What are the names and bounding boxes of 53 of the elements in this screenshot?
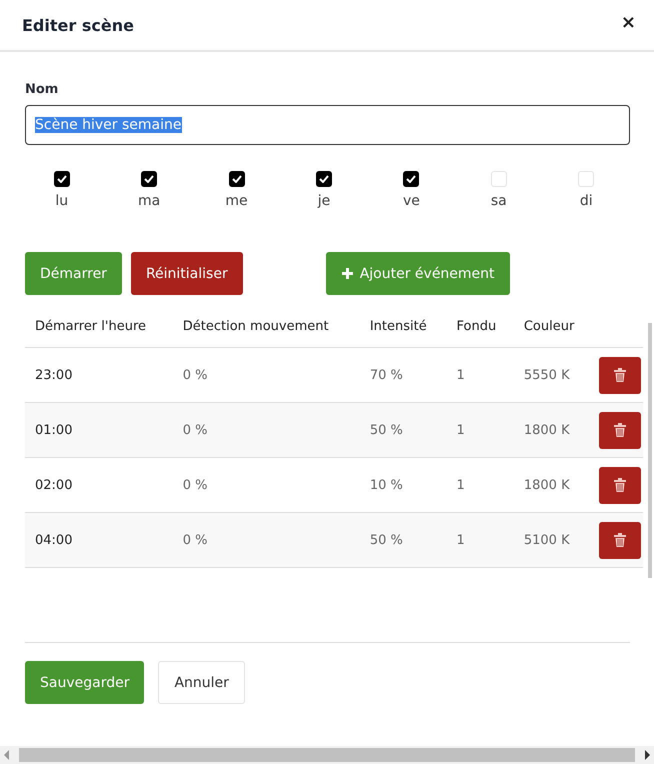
reset-button[interactable]: Réinitialiser (130, 252, 243, 295)
day-label: lu (55, 193, 68, 209)
day-checkbox[interactable] (54, 171, 70, 187)
day-checkbox[interactable] (228, 171, 245, 187)
delete-button[interactable] (599, 522, 641, 558)
save-button[interactable]: Sauvegarder (25, 661, 144, 704)
trash-icon (614, 533, 626, 547)
day-label: sa (490, 193, 507, 209)
day-label: di (580, 193, 593, 209)
check-icon (232, 175, 242, 183)
check-icon (144, 175, 154, 183)
table-cell: 5100 K (514, 512, 594, 568)
table-cell: 50 % (360, 512, 447, 568)
day-label: ma (138, 193, 160, 209)
name-input-field[interactable]: Scène hiver semaine (25, 105, 630, 145)
day-label: ve (402, 193, 420, 209)
plus-icon (340, 267, 354, 280)
field-label: Nom (25, 82, 60, 97)
field-value: Scène hiver semaine (35, 117, 182, 133)
day-label: me (225, 193, 248, 209)
cancel-button[interactable]: Annuler (158, 661, 245, 704)
table-cell: 04:00 (25, 512, 173, 568)
delete-button[interactable] (599, 356, 641, 394)
column-header: Couleur (514, 305, 594, 348)
day-checkbox[interactable] (403, 171, 420, 187)
table-cell: 0 % (172, 402, 360, 458)
horizontal-scrollbar[interactable] (0, 746, 654, 764)
column-header: Fondu (446, 305, 514, 348)
column-header: Démarrer l'heure (25, 305, 173, 348)
vertical-scrollbar[interactable] (648, 323, 652, 578)
table-cell: 50 % (360, 402, 447, 458)
trash-icon (614, 368, 626, 382)
delete-button[interactable] (599, 412, 641, 448)
check-icon (318, 175, 329, 183)
trash-icon (614, 423, 626, 437)
add-event-button[interactable]: Ajouter événement (326, 252, 510, 295)
start-button[interactable]: Démarrer (25, 252, 122, 295)
column-header: Détection mouvement (172, 305, 360, 348)
day-label: je (318, 193, 330, 209)
column-header: Intensité (360, 305, 447, 348)
table-cell: 1800 K (514, 402, 594, 458)
day-checkbox[interactable] (141, 171, 158, 187)
check-icon (56, 175, 67, 183)
delete-button[interactable] (599, 466, 641, 504)
table-cell: 1 (446, 402, 514, 458)
table-cell: 01:00 (25, 402, 173, 458)
check-icon (406, 175, 416, 183)
dialog-title: Editer scène (22, 16, 134, 34)
close-button[interactable]: × (620, 12, 636, 32)
table-cell: 0 % (172, 512, 360, 568)
table-cell: 1 (446, 512, 514, 568)
day-checkbox[interactable] (316, 171, 332, 187)
trash-icon (614, 478, 626, 492)
